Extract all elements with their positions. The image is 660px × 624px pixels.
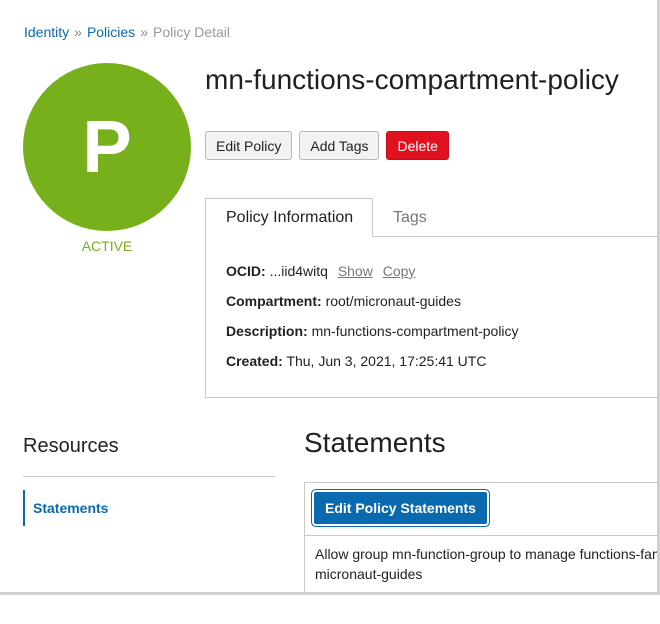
description-value: mn-functions-compartment-policy xyxy=(311,323,519,339)
policy-info-panel: OCID: ...iid4witq Show Copy Compartment:… xyxy=(205,236,657,398)
status-label: ACTIVE xyxy=(81,238,133,254)
statement-line: Allow group mn-function-group to manage … xyxy=(315,546,660,562)
policy-avatar: P xyxy=(23,63,191,231)
description-row: Description: mn-functions-compartment-po… xyxy=(226,322,519,340)
resources-item-statements[interactable]: Statements xyxy=(23,490,108,526)
created-row: Created: Thu, Jun 3, 2021, 17:25:41 UTC xyxy=(226,352,486,370)
avatar-letter: P xyxy=(82,105,132,188)
statements-heading: Statements xyxy=(304,427,446,458)
description-label: Description: xyxy=(226,323,308,339)
tab-tags[interactable]: Tags xyxy=(393,198,427,237)
compartment-value: root/micronaut-guides xyxy=(325,293,461,309)
page-frame: Identity» Policies» Policy Detail P ACTIVE… xyxy=(0,0,660,595)
add-tags-button[interactable]: Add Tags xyxy=(299,131,380,160)
breadcrumb: Identity» Policies» Policy Detail xyxy=(24,23,230,41)
compartment-row: Compartment: root/micronaut-guides xyxy=(226,292,461,310)
detail-tabs: Policy Information Tags xyxy=(205,198,657,237)
breadcrumb-separator: » xyxy=(74,24,82,40)
breadcrumb-identity[interactable]: Identity xyxy=(24,24,69,40)
ocid-copy-link[interactable]: Copy xyxy=(383,263,416,279)
action-buttons: Edit Policy Add Tags Delete xyxy=(205,131,449,160)
statements-panel: Edit Policy Statements Allow group mn-fu… xyxy=(304,482,660,592)
created-value: Thu, Jun 3, 2021, 17:25:41 UTC xyxy=(286,353,487,369)
policy-statement-text: Allow group mn-function-group to manage … xyxy=(315,544,660,584)
tab-policy-information[interactable]: Policy Information xyxy=(205,198,373,237)
ocid-show-link[interactable]: Show xyxy=(338,263,373,279)
ocid-value: ...iid4witq xyxy=(269,263,328,279)
statement-line: micronaut-guides xyxy=(315,566,423,582)
created-label: Created: xyxy=(226,353,283,369)
compartment-label: Compartment: xyxy=(226,293,322,309)
statements-toolbar: Edit Policy Statements xyxy=(305,483,657,536)
delete-button[interactable]: Delete xyxy=(386,131,449,160)
breadcrumb-current: Policy Detail xyxy=(152,24,231,40)
page-title: mn-functions-compartment-policy xyxy=(205,64,619,95)
breadcrumb-policies[interactable]: Policies xyxy=(87,24,135,40)
edit-policy-statements-button[interactable]: Edit Policy Statements xyxy=(314,492,487,524)
edit-policy-button[interactable]: Edit Policy xyxy=(205,131,293,160)
ocid-label: OCID: xyxy=(226,263,266,279)
resources-divider xyxy=(23,476,275,477)
resources-heading: Resources xyxy=(23,435,119,457)
breadcrumb-separator: » xyxy=(140,24,148,40)
ocid-row: OCID: ...iid4witq Show Copy xyxy=(226,262,415,280)
